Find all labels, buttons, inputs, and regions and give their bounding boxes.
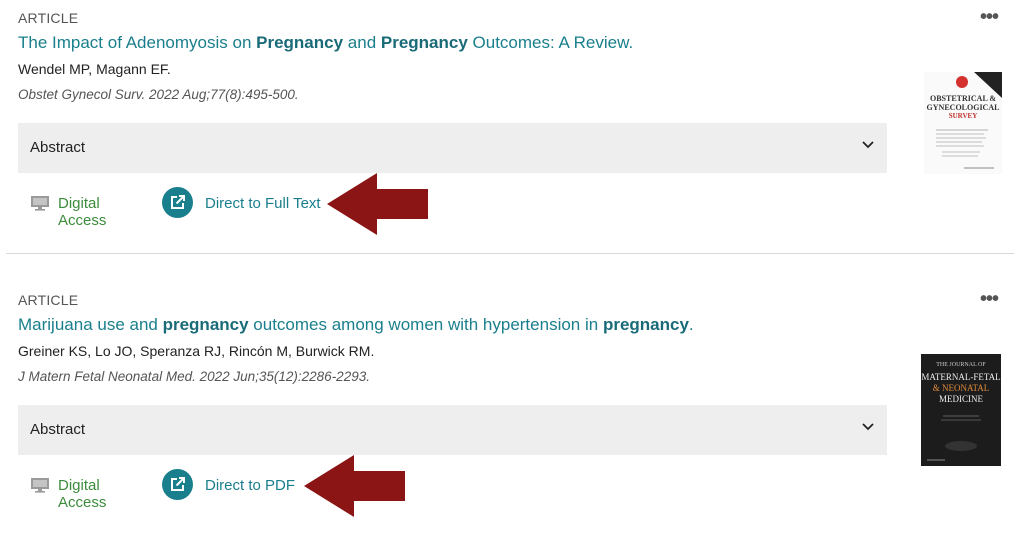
cover-title-line: SURVEY [948,112,978,120]
result-authors: Greiner KS, Lo JO, Speranza RJ, Rincón M… [18,343,375,359]
result-source: J Matern Fetal Neonatal Med. 2022 Jun;35… [18,369,370,384]
search-result: ARTICLE ••• Marijuana use and pregnancy … [0,282,1033,534]
monitor-icon [31,196,49,211]
external-link-icon[interactable] [162,469,193,500]
abstract-toggle[interactable]: Abstract [18,123,887,173]
cover-title-line: & NEONATAL [932,383,990,393]
journal-cover-image: THE JOURNAL OF MATERNAL-FETAL & NEONATAL… [921,354,1001,466]
red-arrow-annotation [304,455,405,517]
chevron-down-icon [862,141,874,149]
result-divider [6,253,1014,254]
direct-to-pdf-link[interactable]: Direct to PDF [205,477,295,494]
result-type: ARTICLE [18,292,79,308]
cover-title-line: MEDICINE [939,394,983,404]
red-arrow-annotation [327,173,428,235]
abstract-label: Abstract [30,139,86,156]
external-link-icon[interactable] [162,187,193,218]
chevron-down-icon [862,423,874,431]
result-type: ARTICLE [18,10,79,26]
more-options-icon[interactable]: ••• [980,6,999,29]
cover-title-line: GYNECOLOGICAL [926,103,1000,112]
digital-access-link[interactable]: Digital Access [58,195,106,229]
abstract-toggle[interactable]: Abstract [18,405,887,455]
result-title-link[interactable]: Marijuana use and pregnancy outcomes amo… [18,315,694,335]
direct-to-full-text-link[interactable]: Direct to Full Text [205,195,321,212]
more-options-icon[interactable]: ••• [980,288,999,311]
abstract-label: Abstract [30,421,86,438]
cover-title-line: OBSTETRICAL & [929,94,997,103]
journal-cover-image: OBSTETRICAL & GYNECOLOGICAL SURVEY [924,72,1002,174]
result-source: Obstet Gynecol Surv. 2022 Aug;77(8):495-… [18,87,299,102]
digital-access-link[interactable]: Digital Access [58,477,106,511]
search-result: ARTICLE ••• The Impact of Adenomyosis on… [0,0,1033,254]
cover-title-line: MATERNAL-FETAL [921,372,1001,382]
monitor-icon [31,478,49,493]
result-title-link[interactable]: The Impact of Adenomyosis on Pregnancy a… [18,33,633,53]
cover-title-line: THE JOURNAL OF [936,362,986,368]
result-authors: Wendel MP, Magann EF. [18,61,171,77]
